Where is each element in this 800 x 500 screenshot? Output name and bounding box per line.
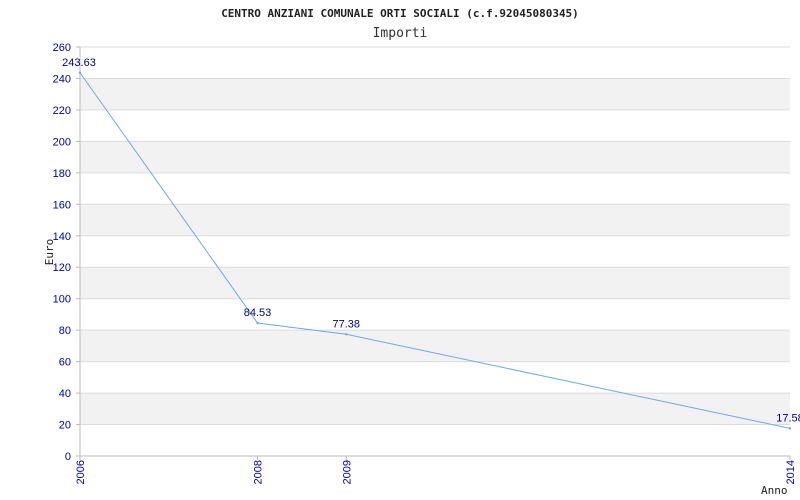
data-label: 17.58	[776, 412, 800, 424]
background-bands	[80, 78, 790, 425]
background-band	[80, 330, 790, 362]
y-tick-label: 40	[59, 388, 71, 400]
background-band	[80, 78, 790, 110]
x-tick-label: 2006	[75, 460, 87, 484]
data-label: 77.38	[332, 318, 360, 330]
y-tick-label: 100	[53, 294, 71, 306]
y-axis-title: Euro	[43, 239, 56, 266]
background-band	[80, 204, 790, 236]
chart-title: CENTRO ANZIANI COMUNALE ORTI SOCIALI (c.…	[221, 7, 579, 20]
y-tick-label: 180	[53, 168, 71, 180]
y-tick-label: 160	[53, 199, 71, 211]
chart-subtitle: Importi	[373, 26, 428, 41]
y-tick-label: 220	[53, 105, 71, 117]
line-chart: 020406080100120140160180200220240260 200…	[43, 7, 800, 497]
data-label: 84.53	[244, 307, 272, 319]
background-band	[80, 141, 790, 173]
x-tick-labels: 2006 2008 2009 2014	[75, 460, 797, 484]
background-band	[80, 267, 790, 299]
y-tick-label: 60	[59, 357, 71, 369]
y-tick-label: 240	[53, 73, 71, 85]
y-tick-label: 80	[59, 325, 71, 337]
y-tick-label: 200	[53, 136, 71, 148]
x-tick-label: 2014	[785, 460, 797, 484]
series-lines	[78, 71, 792, 430]
data-point	[788, 427, 792, 430]
data-labels: 243.63 84.53 77.38 17.58	[62, 57, 800, 425]
background-band	[80, 393, 790, 425]
data-point	[256, 321, 259, 325]
y-tick-label: 0	[65, 451, 71, 463]
y-tick-label: 20	[59, 420, 71, 432]
data-point	[78, 71, 82, 74]
data-point	[345, 333, 348, 336]
x-tick-label: 2009	[341, 460, 353, 484]
y-tick-label: 260	[53, 42, 71, 54]
data-label: 243.63	[62, 57, 96, 69]
x-tick-label: 2008	[253, 460, 265, 484]
x-axis-title: Anno	[761, 484, 788, 497]
series-line	[79, 72, 791, 429]
